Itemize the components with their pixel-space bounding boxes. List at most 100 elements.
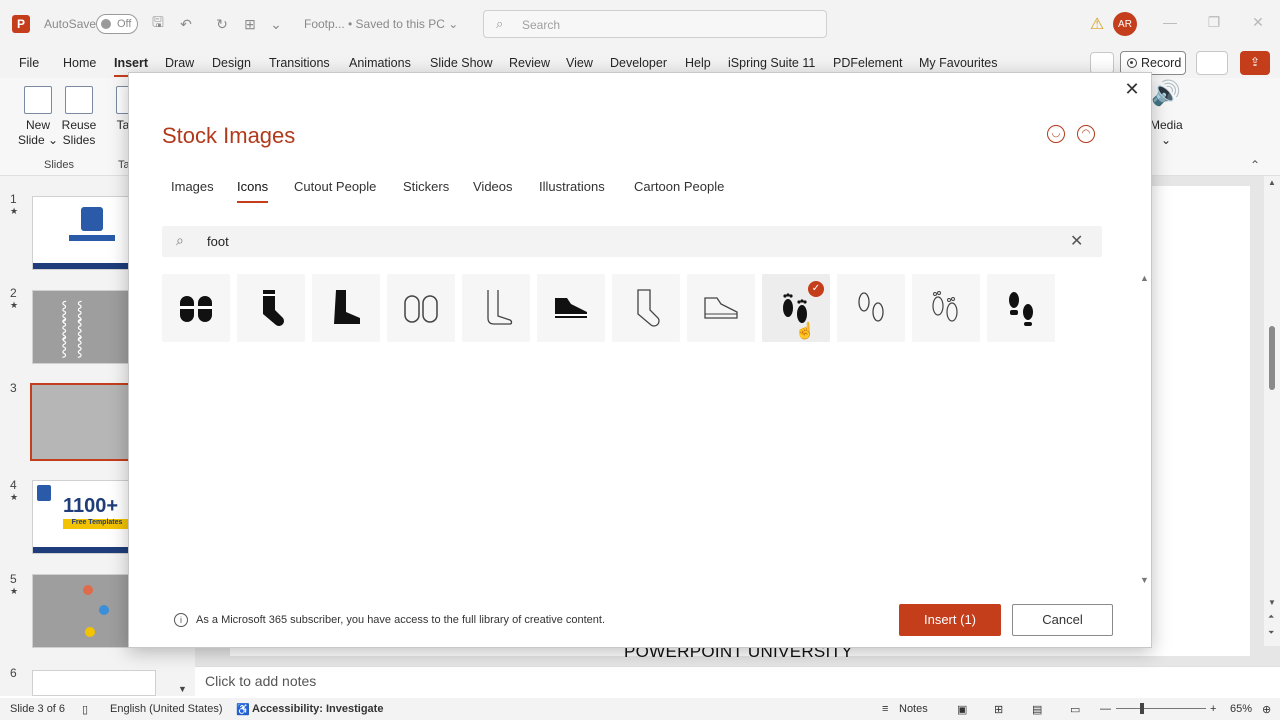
menu-view[interactable]: View <box>566 56 593 70</box>
redo-icon[interactable]: ↻ <box>212 14 232 34</box>
menu-my-favourites[interactable]: My Favourites <box>919 56 998 70</box>
close-icon[interactable]: ✕ <box>1122 79 1142 100</box>
slide-counter: Slide 3 of 6 <box>10 703 66 715</box>
tab-illustrations[interactable]: Illustrations <box>539 179 605 194</box>
slide-thumbnail-6[interactable] <box>32 670 156 696</box>
zoom-level[interactable]: 65% <box>1230 703 1252 715</box>
dialog-title: Stock Images <box>162 123 296 148</box>
scroll-up-icon[interactable]: ▲ <box>1268 178 1276 187</box>
new-slide-button[interactable]: New Slide ⌄ <box>16 86 60 148</box>
clear-search-icon[interactable]: ✕ <box>1070 231 1083 251</box>
menu-help[interactable]: Help <box>685 56 711 70</box>
avatar[interactable]: AR <box>1113 12 1137 36</box>
collapse-ribbon-icon[interactable]: ⌃ <box>1250 158 1260 172</box>
icon-result-sock-filled[interactable] <box>237 274 305 342</box>
icon-result-shoe-prints-outline[interactable] <box>837 274 905 342</box>
slideshow-view-icon[interactable]: ▭ <box>1070 703 1080 716</box>
next-slide-icon[interactable]: ⏷ <box>1268 628 1274 638</box>
menu-draw[interactable]: Draw <box>165 56 194 70</box>
zoom-out-icon[interactable]: — <box>1100 703 1111 715</box>
menu-slide-show[interactable]: Slide Show <box>430 56 493 70</box>
minimize-icon[interactable]: — <box>1160 14 1180 30</box>
menu-file[interactable]: File <box>19 56 39 70</box>
icon-result-boot-filled[interactable] <box>312 274 380 342</box>
frown-feedback-icon[interactable]: ◠ <box>1077 125 1095 143</box>
fit-to-window-icon[interactable]: ⊕ <box>1262 703 1271 716</box>
undo-icon[interactable]: ↶ <box>176 14 196 34</box>
subscriber-info-text: As a Microsoft 365 subscriber, you have … <box>196 614 606 626</box>
slide-number: 2 <box>10 286 17 300</box>
slippers-filled-icon <box>180 296 212 322</box>
reading-view-icon[interactable]: ▤ <box>1032 703 1042 716</box>
menu-animations[interactable]: Animations <box>349 56 411 70</box>
zoom-slider-handle[interactable] <box>1140 703 1144 714</box>
language-indicator[interactable]: English (United States) <box>110 703 223 715</box>
present-from-start-icon[interactable]: ⊞ <box>240 14 260 34</box>
icon-result-shoe-prints-filled[interactable] <box>987 274 1055 342</box>
editor-scrollbar[interactable]: ▲ ▼ ⏶ ⏷ <box>1264 176 1280 646</box>
cancel-button[interactable]: Cancel <box>1012 604 1113 636</box>
previous-slide-icon[interactable]: ⏶ <box>1268 612 1274 622</box>
warning-icon[interactable]: ⚠ <box>1087 14 1107 34</box>
comments-button[interactable] <box>1090 52 1114 74</box>
foot-outline-icon <box>487 290 513 325</box>
tab-cutout-people[interactable]: Cutout People <box>294 179 376 194</box>
tab-cartoon-people[interactable]: Cartoon People <box>634 179 724 194</box>
animation-star-icon: ★ <box>10 300 19 310</box>
slide-sorter-icon[interactable]: ⊞ <box>994 703 1003 716</box>
stock-search-input[interactable]: ⌕ foot ✕ <box>162 226 1102 257</box>
slide-4-headline: 1100+ <box>63 495 119 517</box>
menu-ispring[interactable]: iSpring Suite 11 <box>728 56 815 70</box>
autosave-state: Off <box>117 18 132 30</box>
scroll-down-icon[interactable]: ▼ <box>1268 598 1276 607</box>
speaker-icon: 🔊 <box>1151 80 1181 107</box>
menu-pdfelement[interactable]: PDFelement <box>833 56 902 70</box>
icon-result-sneaker-filled[interactable] <box>537 274 605 342</box>
panel-scroll-down-icon[interactable]: ▼ <box>178 684 187 694</box>
shoe-prints-filled-icon <box>1009 292 1033 326</box>
tab-icons[interactable]: Icons <box>237 179 269 203</box>
normal-view-icon[interactable]: ▣ <box>957 703 967 716</box>
autosave-toggle[interactable]: Off <box>96 14 138 34</box>
search-icon: ⌕ <box>496 16 504 31</box>
icon-result-foot-outline[interactable] <box>462 274 530 342</box>
restore-icon[interactable]: ❐ <box>1204 14 1224 31</box>
save-icon[interactable]: 🖫 <box>148 14 168 34</box>
tab-images[interactable]: Images <box>171 179 214 194</box>
notes-pane[interactable] <box>195 666 1280 696</box>
document-title[interactable]: Footp... • Saved to this PC ⌄ <box>304 17 458 31</box>
menu-home[interactable]: Home <box>63 56 96 70</box>
media-button[interactable]: 🔊 Media ⌄ <box>1150 80 1183 148</box>
accessibility-status[interactable]: Accessibility: Investigate <box>252 703 383 715</box>
notes-placeholder[interactable]: Click to add notes <box>205 673 316 689</box>
icon-result-slippers-filled[interactable] <box>162 274 230 342</box>
reuse-slides-button[interactable]: Reuse Slides <box>60 86 98 148</box>
menu-insert[interactable]: Insert <box>114 56 149 77</box>
present-teams-button[interactable] <box>1196 51 1228 75</box>
window-close-icon[interactable]: ✕ <box>1248 14 1268 31</box>
spelling-icon[interactable]: ▯ <box>82 703 88 716</box>
dialog-scroll-up-icon[interactable]: ▲ <box>1140 273 1149 283</box>
customize-toolbar-icon[interactable]: ⌄ <box>266 14 286 34</box>
icon-result-sneaker-outline[interactable] <box>687 274 755 342</box>
search-placeholder: Search <box>522 18 561 32</box>
notes-toggle[interactable]: Notes <box>899 703 928 715</box>
menu-transitions[interactable]: Transitions <box>269 56 330 70</box>
scrollbar-thumb[interactable] <box>1269 326 1275 390</box>
accessibility-icon: ♿ <box>236 704 250 716</box>
menu-design[interactable]: Design <box>212 56 251 70</box>
zoom-slider[interactable] <box>1116 708 1206 709</box>
search-box[interactable]: ⌕ Search <box>483 10 827 38</box>
share-button[interactable]: ⇪ <box>1240 51 1270 75</box>
smile-feedback-icon[interactable]: ◡ <box>1047 125 1065 143</box>
icon-result-sock-outline[interactable] <box>612 274 680 342</box>
icon-result-footprints-outline[interactable] <box>912 274 980 342</box>
menu-review[interactable]: Review <box>509 56 550 70</box>
zoom-in-icon[interactable]: + <box>1210 703 1216 715</box>
insert-button[interactable]: Insert (1) <box>899 604 1001 636</box>
tab-videos[interactable]: Videos <box>473 179 513 194</box>
dialog-scroll-down-icon[interactable]: ▼ <box>1140 575 1149 585</box>
menu-developer[interactable]: Developer <box>610 56 667 70</box>
tab-stickers[interactable]: Stickers <box>403 179 449 194</box>
icon-result-slippers-outline[interactable] <box>387 274 455 342</box>
